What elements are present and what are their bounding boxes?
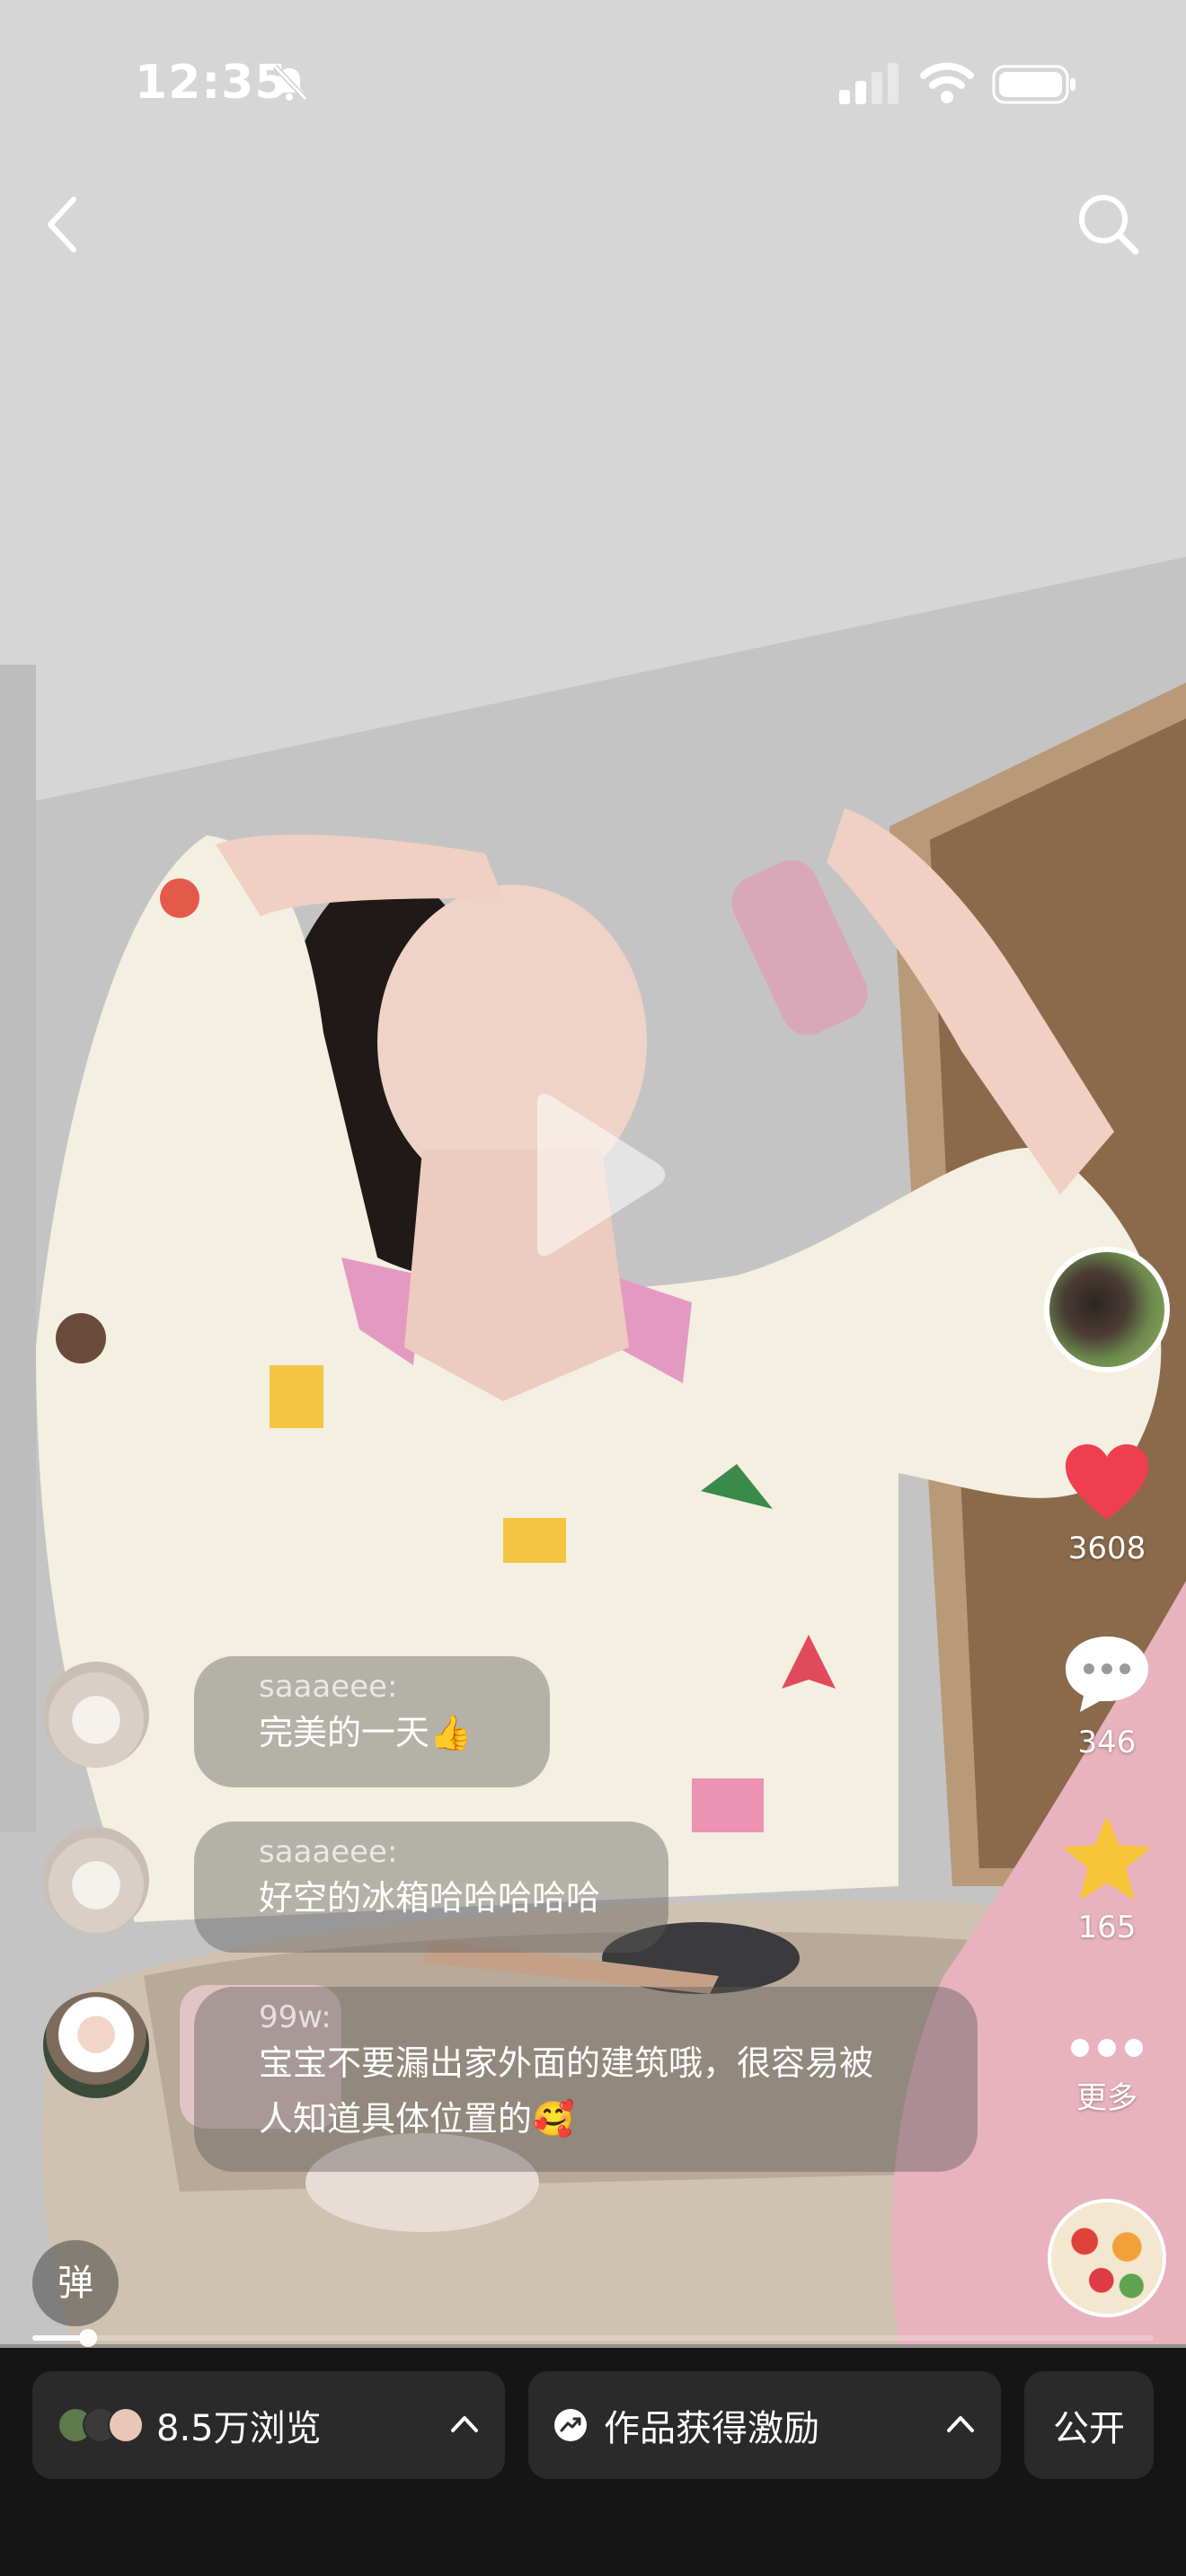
chevron-up-icon	[947, 2416, 974, 2432]
video-screen[interactable]: 12:35 3608 346 165 更多 saaaeee: 完美的一天👍 sa…	[0, 0, 1186, 2576]
commenter-avatar[interactable]	[43, 1827, 149, 1933]
status-bar: 12:35	[0, 0, 1186, 171]
danmu-toggle-button[interactable]: 弹	[32, 2240, 119, 2326]
viewer-avatars	[58, 2407, 144, 2443]
author-avatar[interactable]	[1044, 1247, 1170, 1372]
bottom-bar: 8.5万浏览 作品获得激励 公开	[0, 2348, 1186, 2576]
status-time: 12:35	[135, 56, 288, 110]
battery-icon	[992, 65, 1075, 104]
comment-text: 宝宝不要漏出家外面的建筑哦，很容易被	[259, 2043, 874, 2083]
like-count: 3608	[1067, 1531, 1146, 1566]
chevron-left-icon[interactable]	[36, 189, 90, 260]
trend-icon	[554, 2409, 587, 2441]
incentive-label: 作品获得激励	[604, 2408, 819, 2449]
video-progress-bar[interactable]	[32, 2329, 1154, 2347]
views-label: 8.5万浏览	[156, 2408, 322, 2449]
play-icon[interactable]	[519, 1085, 672, 1265]
favorite-button[interactable]: 165	[1053, 1816, 1161, 1945]
comment-bubble: saaaeee: 完美的一天👍	[194, 1656, 550, 1787]
wifi-icon	[920, 62, 974, 103]
star-icon	[1065, 1818, 1149, 1899]
comment-text: 人知道具体位置的🥰	[259, 2099, 575, 2139]
speech-bubble-icon	[1066, 1636, 1148, 1712]
music-disc[interactable]	[1048, 2199, 1166, 2317]
cellular-signal-icon	[839, 63, 898, 104]
chevron-up-icon	[451, 2416, 478, 2432]
progress-knob[interactable]	[79, 2329, 98, 2347]
incentive-button[interactable]: 作品获得激励	[528, 2371, 1001, 2479]
comment-username: saaaeee:	[259, 1669, 398, 1705]
commenter-avatar[interactable]	[43, 1662, 149, 1768]
three-dots-icon	[1071, 2039, 1143, 2057]
comment-username: 99w:	[259, 1999, 332, 2035]
comment-bubble: saaaeee: 好空的冰箱哈哈哈哈哈	[194, 1822, 668, 1953]
bell-slash-icon	[272, 64, 308, 101]
comment-username: saaaeee:	[259, 1834, 398, 1870]
comment-button[interactable]: 346	[1053, 1631, 1161, 1760]
more-button[interactable]: 更多	[1053, 2030, 1161, 2117]
views-button[interactable]: 8.5万浏览	[32, 2371, 505, 2479]
viewer-avatar	[108, 2407, 144, 2443]
public-label: 公开	[1053, 2408, 1125, 2449]
like-button[interactable]: 3608	[1053, 1441, 1161, 1566]
heart-icon	[1066, 1444, 1148, 1520]
visibility-public-button[interactable]: 公开	[1024, 2371, 1154, 2479]
comment-bubble: 99w: 宝宝不要漏出家外面的建筑哦，很容易被 人知道具体位置的🥰	[194, 1987, 978, 2172]
commenter-avatar[interactable]	[43, 1992, 149, 2098]
search-icon[interactable]	[1075, 190, 1141, 257]
more-label: 更多	[1076, 2080, 1137, 2116]
comment-text: 好空的冰箱哈哈哈哈哈	[259, 1878, 601, 1918]
favorite-count: 165	[1077, 1910, 1137, 1945]
comment-text: 完美的一天👍	[259, 1713, 473, 1752]
comment-count: 346	[1077, 1725, 1137, 1760]
